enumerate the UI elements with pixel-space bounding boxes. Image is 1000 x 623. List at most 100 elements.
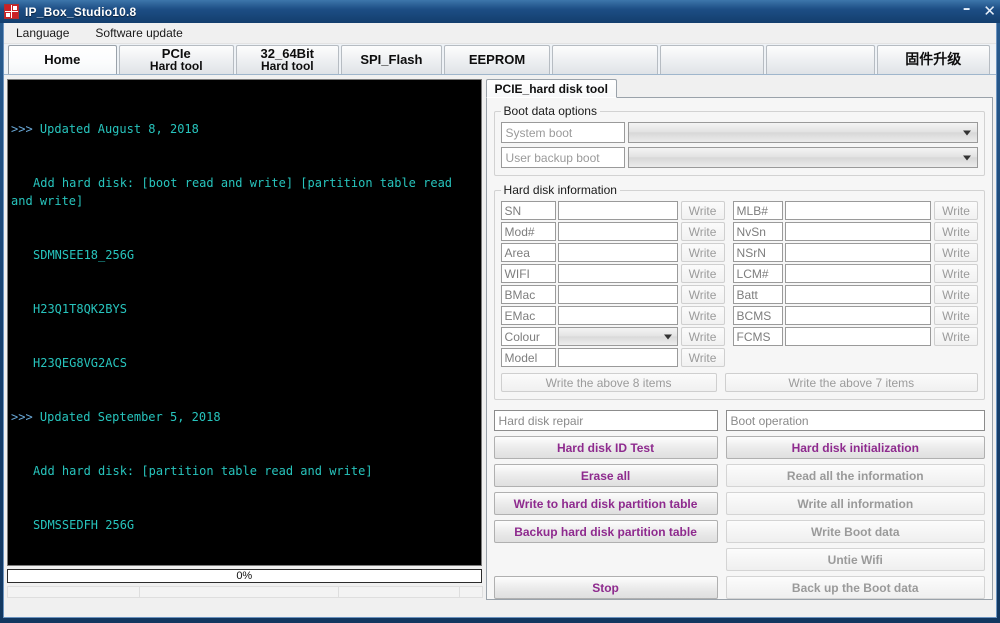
field-input-mlb[interactable] [784,201,931,220]
console-text: Add hard disk: [boot read and write] [pa… [11,176,460,208]
system-boot-select[interactable] [627,122,978,143]
back-up-the-boot-data-button[interactable]: Back up the Boot data [725,576,985,599]
left-pane: >>> Updated August 8, 2018 Add hard disk… [7,79,483,598]
field-input-nsrn[interactable] [784,243,931,262]
write-button-lcm[interactable]: Write [934,264,978,283]
menu-item-language[interactable]: Language [12,25,73,41]
write-button-fcms[interactable]: Write [934,327,978,346]
write-to-hard-disk-partition-table-button[interactable]: Write to hard disk partition table [493,492,718,515]
field-input-sn[interactable] [557,201,678,220]
tab-blank-3[interactable] [765,45,875,74]
user-backup-boot-select[interactable] [627,147,978,168]
field-input-area[interactable] [557,243,678,262]
field-input-fcms[interactable] [784,327,931,346]
field-select-colour[interactable] [557,327,678,346]
field-row-emac: EMac Write [500,306,725,325]
stop-button[interactable]: Stop [493,576,718,599]
console-line: SDMSSEDFH 256G [11,516,478,534]
erase-all-button[interactable]: Erase all [493,464,718,487]
chevron-down-icon [963,155,971,160]
field-label-model: Model [500,348,556,367]
write-button-batt[interactable]: Write [934,285,978,304]
field-input-lcm[interactable] [784,264,931,283]
console-line: Add hard disk: [boot read and write] [pa… [11,174,478,210]
app-logo-icon [4,4,19,19]
status-cell-1 [7,586,140,598]
field-label-bcms: BCMS [732,306,783,325]
write-button-model[interactable]: Write [680,348,725,367]
write-button-nvsn[interactable]: Write [934,222,978,241]
write-button-emac[interactable]: Write [680,306,725,325]
top-tab-bar: Home PCIe Hard tool 32_64Bit Hard tool S… [4,44,996,75]
field-input-mod[interactable] [557,222,678,241]
write-button-bcms[interactable]: Write [934,306,978,325]
system-boot-row: System boot [500,122,978,143]
field-input-bcms[interactable] [784,306,931,325]
read-all-the-information-button[interactable]: Read all the information [725,464,985,487]
tab-32-64bit-hard-tool[interactable]: 32_64Bit Hard tool [235,45,339,74]
tab-firmware-upgrade[interactable]: 固件升级 [876,45,990,74]
user-backup-boot-row: User backup boot [500,147,978,168]
field-input-emac[interactable] [557,306,678,325]
field-row-nsrn: NSrN Write [732,243,978,262]
tab-pcie-hard-tool[interactable]: PCIe Hard tool [118,45,234,74]
field-label-batt: Batt [732,285,783,304]
status-bar [7,586,483,598]
field-row-colour: Colour Write [500,327,725,346]
field-row-mlb: MLB# Write [732,201,978,220]
field-input-batt[interactable] [784,285,931,304]
minimize-icon[interactable]: – [963,1,971,16]
console-line: Add hard disk: [partition table read and… [11,462,478,480]
boot-data-options-legend: Boot data options [503,104,597,118]
tab-blank-1[interactable] [551,45,659,74]
write-button-colour[interactable]: Write [680,327,725,346]
console-log[interactable]: >>> Updated August 8, 2018 Add hard disk… [7,79,482,566]
hard-disk-id-test-button[interactable]: Hard disk ID Test [493,436,718,459]
pcie-hard-disk-tool-panel: Boot data options System boot User backu… [485,97,993,600]
hard-disk-information-legend: Hard disk information [503,183,617,197]
console-text: H23QEG8VG2ACS [33,356,127,370]
progress-label: 0% [236,570,253,582]
hard-disk-initialization-button[interactable]: Hard disk initialization [725,436,985,459]
tab-pcie-hard-disk-tool[interactable]: PCIE_hard disk tool [485,79,617,98]
tab-spi-flash-label: SPI_Flash [360,52,423,67]
window-controls: – ✕ [963,0,996,23]
tab-pcie-line2: Hard tool [149,59,203,73]
backup-hard-disk-partition-table-button[interactable]: Backup hard disk partition table [493,520,718,543]
boot-operation-column: Boot operation Hard disk initialization … [725,410,985,599]
hdi-right-column: MLB# Write NvSn Write NSrN Write LCM# Wr… [732,201,978,367]
field-input-wifi[interactable] [557,264,678,283]
close-icon[interactable]: ✕ [983,4,996,19]
write-above-7-items-button[interactable]: Write the above 7 items [724,373,978,392]
write-boot-data-button[interactable]: Write Boot data [725,520,985,543]
field-input-bmac[interactable] [557,285,678,304]
tab-blank-2[interactable] [660,45,764,74]
write-button-mod[interactable]: Write [680,222,725,241]
tab-eeprom[interactable]: EEPROM [444,45,550,74]
tab-home-label: Home [44,52,81,67]
console-line: H23QEG8VG2ACS [11,354,478,372]
write-button-nsrn[interactable]: Write [934,243,978,262]
write-button-area[interactable]: Write [680,243,725,262]
console-text: H23Q1T8QK2BYS [33,302,127,316]
menu-item-software-update[interactable]: Software update [91,25,186,41]
tab-firmware-upgrade-label: 固件升级 [905,52,962,68]
write-button-wifi[interactable]: Write [680,264,725,283]
field-label-nvsn: NvSn [732,222,783,241]
field-input-model[interactable] [557,348,678,367]
operations-area: Hard disk repair Hard disk ID Test Erase… [493,410,985,599]
write-above-8-items-button[interactable]: Write the above 8 items [500,373,717,392]
tab-home[interactable]: Home [8,45,117,74]
write-button-mlb[interactable]: Write [934,201,978,220]
chevron-down-icon [963,130,971,135]
field-row-bcms: BCMS Write [732,306,978,325]
field-row-area: Area Write [500,243,725,262]
write-button-bmac[interactable]: Write [680,285,725,304]
field-input-nvsn[interactable] [784,222,931,241]
write-all-information-button[interactable]: Write all information [725,492,985,515]
hdi-left-column: SN Write Mod# Write Area Write WIFI Writ… [500,201,725,367]
write-button-sn[interactable]: Write [680,201,725,220]
tab-spi-flash[interactable]: SPI_Flash [340,45,443,74]
console-line: >>> Updated September 5, 2018 [11,408,478,426]
untie-wifi-button[interactable]: Untie Wifi [725,548,985,571]
